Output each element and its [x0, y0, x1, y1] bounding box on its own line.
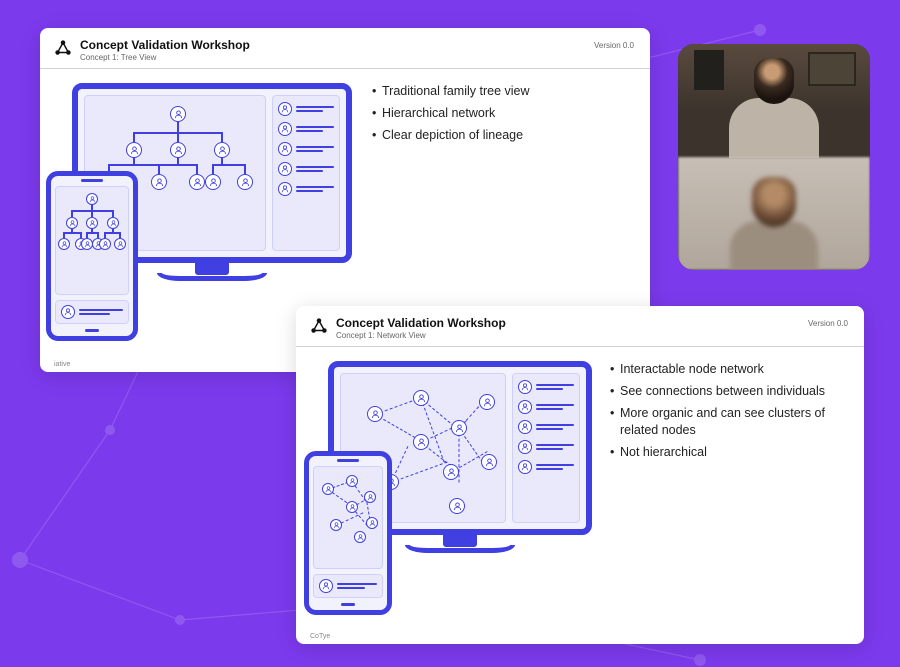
- monitor-side-list: [512, 373, 580, 523]
- slide-network-view: Concept Validation Workshop Concept 1: N…: [296, 306, 864, 644]
- slide-header: Concept Validation Workshop Concept 1: T…: [40, 28, 650, 69]
- device-mockups: [52, 83, 352, 323]
- person-icon: [193, 178, 202, 187]
- person-icon: [174, 146, 183, 155]
- person-icon: [241, 178, 250, 187]
- person-icon: [483, 398, 492, 407]
- bullet-item: Hierarchical network: [372, 105, 622, 122]
- device-mockups: [306, 361, 596, 601]
- phone-mockup: [304, 451, 392, 615]
- person-icon: [447, 468, 456, 477]
- version-label: Version 0.0: [808, 319, 848, 328]
- bullet-item: Traditional family tree view: [372, 83, 622, 100]
- slide-title: Concept Validation Workshop: [336, 316, 506, 330]
- person-icon: [218, 146, 227, 155]
- version-label: Version 0.0: [594, 41, 634, 50]
- slide-footer: iative: [54, 361, 70, 368]
- video-call-panel: [678, 44, 870, 270]
- bullet-list: Traditional family tree view Hierarchica…: [372, 83, 622, 323]
- phone-network-area: [313, 466, 383, 569]
- network-logo-icon: [54, 39, 72, 57]
- bullet-item: Interactable node network: [610, 361, 842, 378]
- video-tile-participant-2[interactable]: [678, 157, 870, 270]
- slide-title: Concept Validation Workshop: [80, 38, 250, 52]
- person-icon: [155, 178, 164, 187]
- bullet-item: More organic and can see clusters of rel…: [610, 405, 842, 439]
- bullet-list: Interactable node network See connection…: [610, 361, 842, 601]
- network-logo-icon: [310, 317, 328, 335]
- bullet-item: Not hierarchical: [610, 444, 842, 461]
- phone-mockup: [46, 171, 138, 341]
- person-icon: [485, 458, 494, 467]
- person-icon: [417, 394, 426, 403]
- slide-subtitle: Concept 1: Tree View: [80, 53, 250, 62]
- bullet-item: Clear depiction of lineage: [372, 127, 622, 144]
- person-icon: [417, 438, 426, 447]
- slide-subtitle: Concept 1: Network View: [336, 331, 506, 340]
- slide-footer: CoTye: [310, 633, 330, 640]
- video-tile-participant-1[interactable]: [678, 44, 870, 157]
- monitor-side-list: [272, 95, 340, 251]
- person-icon: [371, 410, 380, 419]
- person-icon: [130, 146, 139, 155]
- person-icon: [209, 178, 218, 187]
- bullet-item: See connections between individuals: [610, 383, 842, 400]
- person-icon: [453, 502, 462, 511]
- slide-header: Concept Validation Workshop Concept 1: N…: [296, 306, 864, 347]
- person-icon: [455, 424, 464, 433]
- person-icon: [174, 110, 183, 119]
- phone-tree-area: [55, 186, 129, 295]
